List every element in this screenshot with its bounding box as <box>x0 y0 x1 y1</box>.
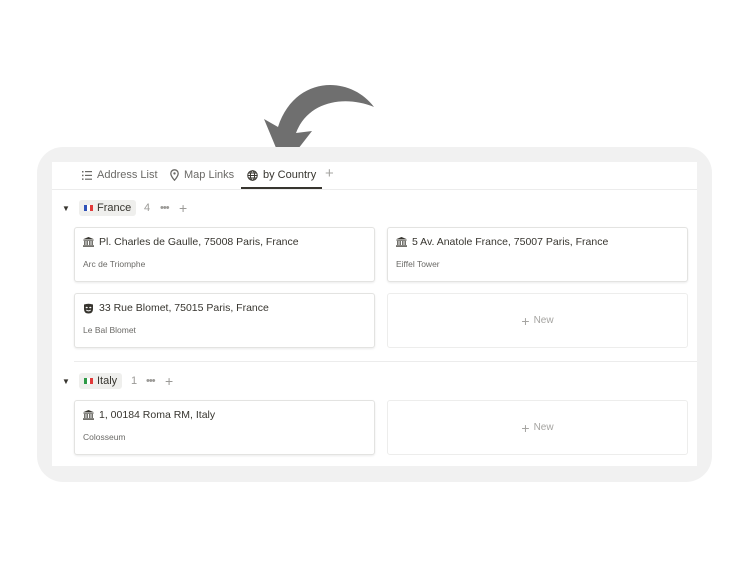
view-tabs: Address List Map Links by Country + <box>52 162 697 190</box>
card-colosseum[interactable]: 1, 00184 Roma RM, Italy Colosseum <box>74 400 375 455</box>
add-view-button[interactable]: + <box>325 165 334 183</box>
group-name: Italy <box>97 375 118 387</box>
museum-icon <box>396 237 407 247</box>
card-title: 33 Rue Blomet, 75015 Paris, France <box>99 302 269 314</box>
card-eiffel-tower[interactable]: 5 Av. Anatole France, 75007 Paris, Franc… <box>387 227 688 282</box>
tab-label: Address List <box>97 169 158 181</box>
france-flag-icon <box>84 205 93 211</box>
museum-icon <box>83 410 94 420</box>
group-more-button[interactable]: ••• <box>146 375 156 387</box>
new-card-button-italy[interactable]: + New <box>387 400 688 455</box>
card-arc-de-triomphe[interactable]: Pl. Charles de Gaulle, 75008 Paris, Fran… <box>74 227 375 282</box>
group-add-button[interactable]: + <box>165 374 173 388</box>
globe-icon <box>247 169 258 181</box>
group-add-button[interactable]: + <box>179 201 187 215</box>
map-pin-icon <box>170 169 179 181</box>
tab-map-links[interactable]: Map Links <box>170 162 234 188</box>
group-tag-italy: Italy <box>79 373 123 389</box>
card-le-bal-blomet[interactable]: 33 Rue Blomet, 75015 Paris, France Le Ba… <box>74 293 375 348</box>
group-tag-france: France <box>79 200 137 216</box>
tab-label: Map Links <box>184 169 235 181</box>
plus-icon: + <box>521 312 530 329</box>
new-card-button-france[interactable]: + New <box>387 293 688 348</box>
card-title: Pl. Charles de Gaulle, 75008 Paris, Fran… <box>99 236 299 248</box>
new-label: New <box>533 422 554 433</box>
plus-icon: + <box>521 419 530 436</box>
card-subtitle: Colosseum <box>83 432 126 442</box>
new-label: New <box>533 315 554 326</box>
group-header-italy: ▼ Italy 1 ••• + <box>52 371 697 391</box>
museum-icon <box>83 237 94 247</box>
group-more-button[interactable]: ••• <box>160 202 170 214</box>
card-subtitle: Arc de Triomphe <box>83 259 146 269</box>
collapse-caret-icon[interactable]: ▼ <box>62 377 70 386</box>
database-board: Address List Map Links by Country + ▼ Fr… <box>52 162 697 466</box>
group-count: 4 <box>144 202 151 214</box>
group-header-france: ▼ France 4 ••• + <box>52 198 697 218</box>
tab-label: by Country <box>263 169 317 181</box>
tab-by-country[interactable]: by Country <box>240 162 323 189</box>
theater-masks-icon <box>83 303 94 314</box>
group-divider <box>74 361 697 362</box>
list-icon <box>82 170 92 180</box>
group-name: France <box>97 202 132 214</box>
group-count: 1 <box>131 375 138 387</box>
card-subtitle: Le Bal Blomet <box>83 325 136 335</box>
card-subtitle: Eiffel Tower <box>396 259 440 269</box>
collapse-caret-icon[interactable]: ▼ <box>62 204 70 213</box>
card-title: 5 Av. Anatole France, 75007 Paris, Franc… <box>412 236 609 248</box>
tab-address-list[interactable]: Address List <box>82 162 158 188</box>
italy-flag-icon <box>84 378 93 384</box>
card-title: 1, 00184 Roma RM, Italy <box>99 409 216 421</box>
